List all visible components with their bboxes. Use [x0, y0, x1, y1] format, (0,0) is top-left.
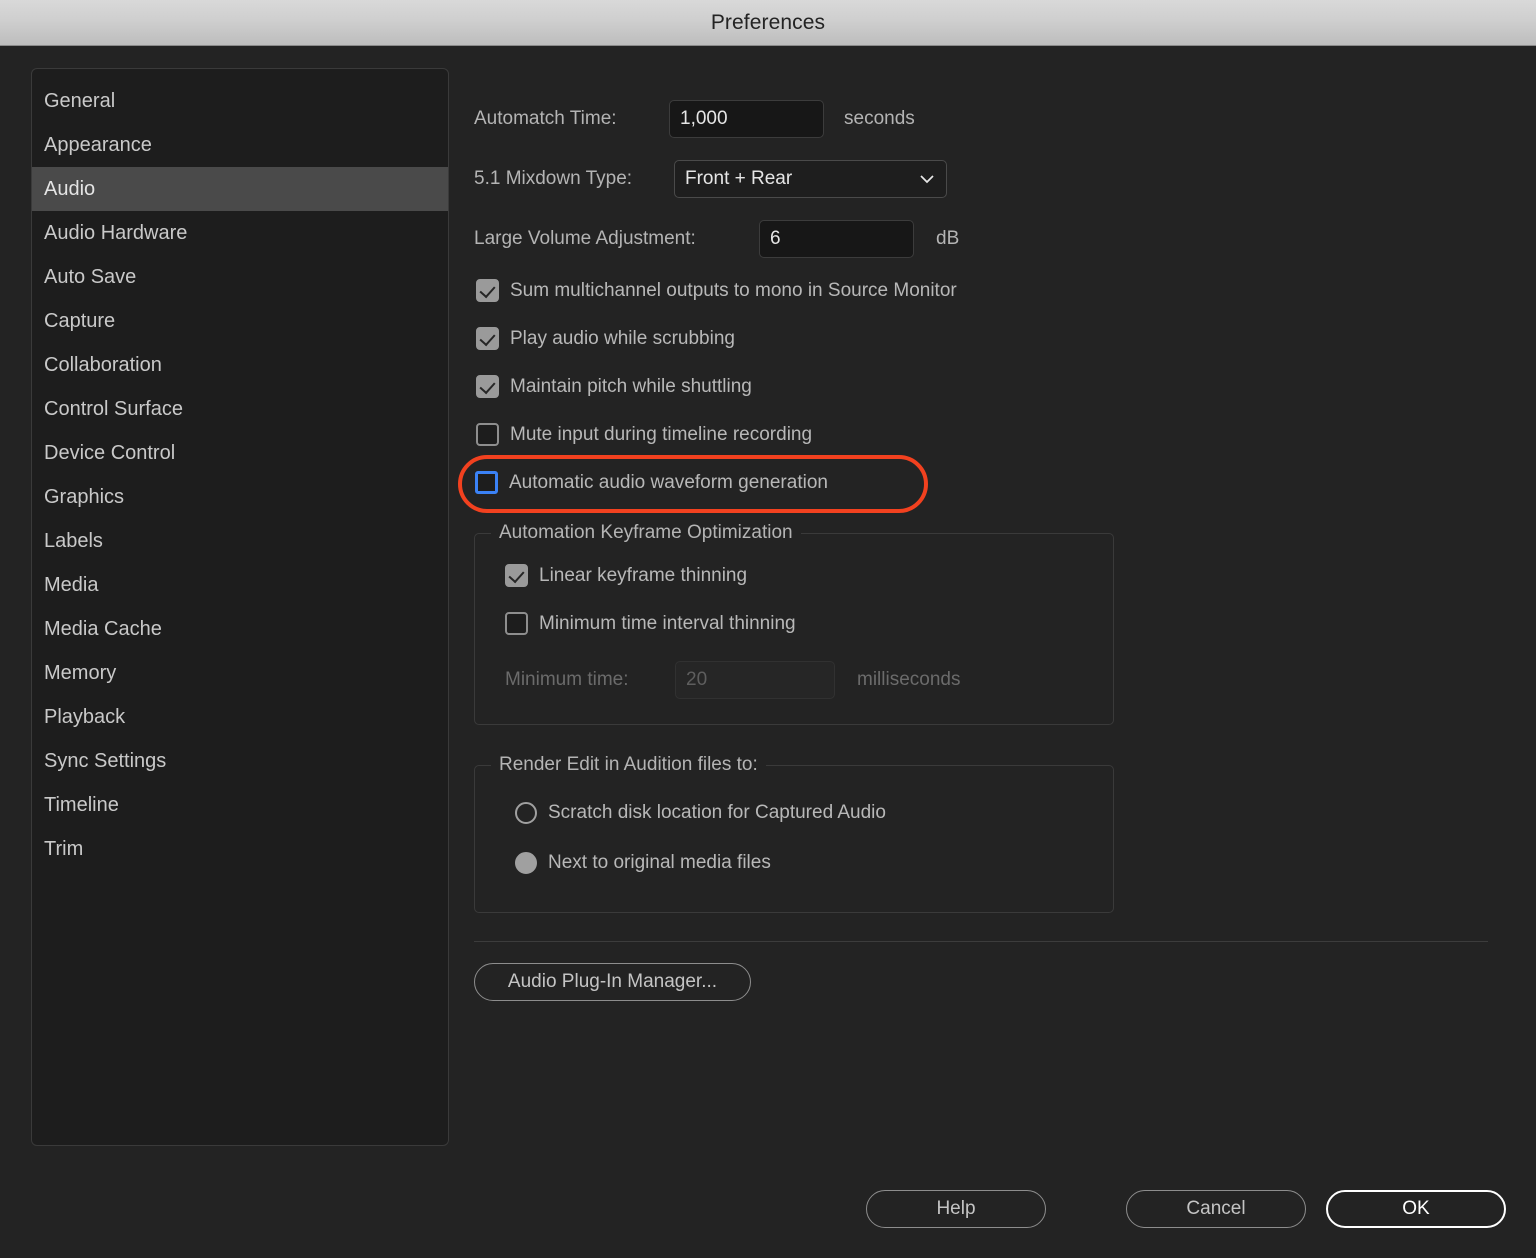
automation-keyframe-group: Automation Keyframe Optimization Linear … — [474, 522, 1114, 725]
large-volume-row: Large Volume Adjustment: dB — [474, 220, 959, 258]
automatch-time-input[interactable] — [669, 100, 824, 138]
play-audio-scrubbing-checkbox-row[interactable]: Play audio while scrubbing — [476, 327, 735, 350]
sidebar-item-audio-hardware[interactable]: Audio Hardware — [32, 211, 448, 255]
mixdown-type-value: Front + Rear — [685, 168, 793, 189]
help-button-label: Help — [936, 1198, 976, 1219]
audio-plugin-manager-button[interactable]: Audio Plug-In Manager... — [474, 963, 751, 1001]
large-volume-label: Large Volume Adjustment: — [474, 228, 696, 249]
auto-waveform-label: Automatic audio waveform generation — [509, 471, 828, 493]
maintain-pitch-label: Maintain pitch while shuttling — [510, 375, 752, 397]
mixdown-type-select[interactable]: Front + Rear — [674, 160, 947, 198]
sidebar-item-control-surface[interactable]: Control Surface — [32, 387, 448, 431]
play-audio-scrubbing-label: Play audio while scrubbing — [510, 327, 735, 349]
next-to-media-radio[interactable] — [515, 852, 537, 874]
sidebar-item-general[interactable]: General — [32, 79, 448, 123]
help-button[interactable]: Help — [866, 1190, 1046, 1228]
maintain-pitch-checkbox-row[interactable]: Maintain pitch while shuttling — [476, 375, 752, 398]
sidebar-item-audio[interactable]: Audio — [32, 167, 448, 211]
linear-keyframe-thinning-row[interactable]: Linear keyframe thinning — [505, 564, 747, 587]
maintain-pitch-checkbox[interactable] — [476, 375, 499, 398]
sidebar-item-label: Graphics — [44, 485, 125, 508]
large-volume-input[interactable] — [759, 220, 914, 258]
ok-button[interactable]: OK — [1326, 1190, 1506, 1228]
automatch-time-label: Automatch Time: — [474, 108, 617, 129]
cancel-button[interactable]: Cancel — [1126, 1190, 1306, 1228]
sidebar-item-label: Sync Settings — [44, 749, 167, 772]
auto-waveform-checkbox-row[interactable]: Automatic audio waveform generation — [475, 471, 828, 494]
category-sidebar[interactable]: General Appearance Audio Audio Hardware … — [31, 68, 449, 1146]
sidebar-item-label: Device Control — [44, 441, 176, 464]
mute-input-label: Mute input during timeline recording — [510, 423, 813, 445]
audio-settings-panel: Automatch Time: seconds 5.1 Mixdown Type… — [474, 68, 1504, 1148]
preferences-dialog: Preferences General Appearance Audio Aud… — [0, 0, 1536, 1258]
minimum-time-row: Minimum time: milliseconds — [505, 661, 960, 699]
sidebar-item-label: Control Surface — [44, 397, 183, 420]
sidebar-item-appearance[interactable]: Appearance — [32, 123, 448, 167]
sidebar-item-label: Audio Hardware — [44, 221, 188, 244]
minimum-time-label: Minimum time: — [505, 669, 629, 690]
render-edit-group: Render Edit in Audition files to: Scratc… — [474, 754, 1114, 913]
sidebar-item-timeline[interactable]: Timeline — [32, 783, 448, 827]
large-volume-unit: dB — [936, 228, 960, 249]
linear-keyframe-thinning-label: Linear keyframe thinning — [539, 564, 748, 586]
minimum-time-interval-thinning-row[interactable]: Minimum time interval thinning — [505, 612, 796, 635]
render-edit-legend: Render Edit in Audition files to: — [491, 754, 766, 776]
sidebar-item-label: Trim — [44, 837, 84, 860]
section-divider — [474, 941, 1488, 942]
next-to-media-radio-row[interactable]: Next to original media files — [515, 852, 771, 874]
cancel-button-label: Cancel — [1186, 1198, 1246, 1219]
scratch-disk-label: Scratch disk location for Captured Audio — [548, 802, 886, 823]
sidebar-item-label: Playback — [44, 705, 126, 728]
sidebar-item-label: Collaboration — [44, 353, 162, 376]
sidebar-item-label: Labels — [44, 529, 103, 552]
automatch-time-unit: seconds — [844, 108, 915, 129]
sidebar-item-auto-save[interactable]: Auto Save — [32, 255, 448, 299]
sidebar-item-labels[interactable]: Labels — [32, 519, 448, 563]
mute-input-checkbox[interactable] — [476, 423, 499, 446]
sidebar-item-graphics[interactable]: Graphics — [32, 475, 448, 519]
mute-input-checkbox-row[interactable]: Mute input during timeline recording — [476, 423, 812, 446]
audio-plugin-manager-label: Audio Plug-In Manager... — [507, 971, 718, 992]
ok-button-label: OK — [1402, 1198, 1430, 1219]
chevron-down-icon — [920, 175, 934, 184]
sidebar-item-media-cache[interactable]: Media Cache — [32, 607, 448, 651]
sidebar-item-label: Capture — [44, 309, 116, 332]
sidebar-item-label: Auto Save — [44, 265, 137, 288]
automatch-time-row: Automatch Time: seconds — [474, 100, 915, 138]
scratch-disk-radio-row[interactable]: Scratch disk location for Captured Audio — [515, 802, 886, 824]
sidebar-item-label: Media Cache — [44, 617, 162, 640]
minimum-time-interval-thinning-label: Minimum time interval thinning — [539, 612, 796, 634]
sidebar-item-label: Memory — [44, 661, 117, 684]
sidebar-item-media[interactable]: Media — [32, 563, 448, 607]
scratch-disk-radio[interactable] — [515, 802, 537, 824]
sidebar-item-capture[interactable]: Capture — [32, 299, 448, 343]
sidebar-item-collaboration[interactable]: Collaboration — [32, 343, 448, 387]
title-bar: Preferences — [0, 0, 1536, 46]
sidebar-item-label: Media — [44, 573, 99, 596]
sum-multichannel-checkbox-row[interactable]: Sum multichannel outputs to mono in Sour… — [476, 279, 957, 302]
sum-multichannel-checkbox[interactable] — [476, 279, 499, 302]
linear-keyframe-thinning-checkbox[interactable] — [505, 564, 528, 587]
sidebar-item-label: Timeline — [44, 793, 119, 816]
minimum-time-unit: milliseconds — [857, 669, 961, 690]
sidebar-item-label: General — [44, 89, 116, 112]
next-to-media-label: Next to original media files — [548, 852, 771, 873]
sum-multichannel-label: Sum multichannel outputs to mono in Sour… — [510, 279, 957, 301]
mixdown-type-row: 5.1 Mixdown Type: Front + Rear — [474, 160, 947, 198]
automation-keyframe-legend: Automation Keyframe Optimization — [491, 522, 801, 544]
sidebar-item-memory[interactable]: Memory — [32, 651, 448, 695]
sidebar-item-trim[interactable]: Trim — [32, 827, 448, 871]
play-audio-scrubbing-checkbox[interactable] — [476, 327, 499, 350]
minimum-time-interval-thinning-checkbox[interactable] — [505, 612, 528, 635]
sidebar-item-sync-settings[interactable]: Sync Settings — [32, 739, 448, 783]
sidebar-item-label: Appearance — [44, 133, 152, 156]
auto-waveform-checkbox[interactable] — [475, 471, 498, 494]
minimum-time-input[interactable] — [675, 661, 835, 699]
sidebar-item-label: Audio — [44, 177, 96, 200]
window-title: Preferences — [710, 10, 826, 34]
mixdown-type-label: 5.1 Mixdown Type: — [474, 168, 633, 189]
sidebar-item-playback[interactable]: Playback — [32, 695, 448, 739]
sidebar-item-device-control[interactable]: Device Control — [32, 431, 448, 475]
